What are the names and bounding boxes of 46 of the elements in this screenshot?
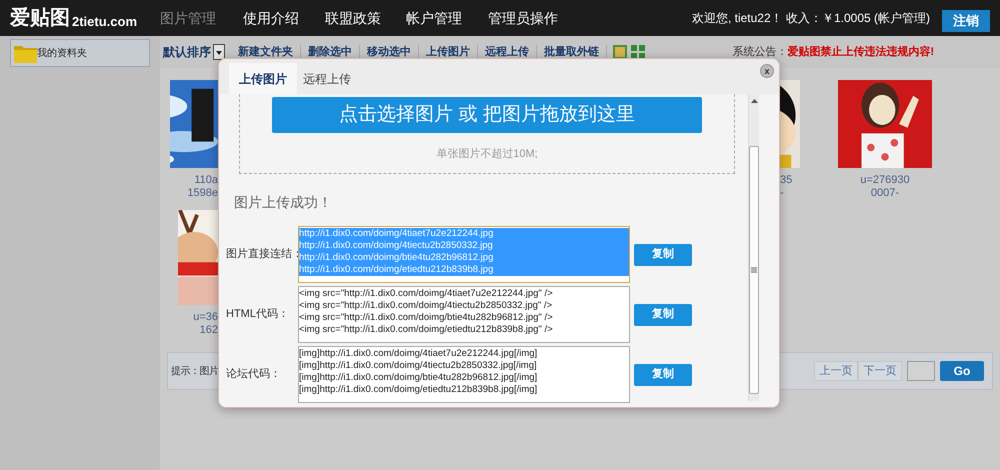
thumbnail-caption: u=276930: [859, 174, 911, 187]
upload-success-text: 图片上传成功！: [234, 193, 333, 212]
thumbnail-caption: -: [780, 187, 785, 200]
thumbnail-view-icon[interactable]: [613, 45, 627, 59]
size-hint: 单张图片不超过10M;: [436, 147, 538, 162]
thumbnail-caption: 110a: [193, 174, 218, 187]
copy-button[interactable]: 复制: [634, 364, 692, 386]
thumbnail-caption: 162: [198, 324, 218, 337]
pick-images-button[interactable]: 点击选择图片 或 把图片拖放到这里: [272, 97, 702, 133]
notice-text: 爱贴图禁止上传违法违规内容!: [787, 44, 934, 60]
dialog-tab[interactable]: 上传图片: [229, 63, 297, 94]
scrollbar[interactable]: [748, 94, 759, 401]
nav-tab[interactable]: 管理员操作: [488, 8, 578, 28]
copy-button[interactable]: 复制: [634, 244, 692, 266]
hint-text: 提示：图片: [171, 364, 218, 378]
field-label: 图片直接连结：: [226, 248, 298, 260]
dialog-tab[interactable]: 远程上传: [297, 63, 357, 94]
thumbnail-caption: u=36: [192, 311, 218, 324]
nav-tab[interactable]: 图片管理: [160, 8, 243, 28]
go-button[interactable]: Go: [940, 361, 984, 381]
logout-button[interactable]: 注销: [942, 10, 990, 32]
code-field[interactable]: [img]http://i1.dix0.com/doimg/4tiaet7u2e212244.jpg[/img] [img]http://i1.dix0.com/doimg/4tiectu2b2850332.jpg[/img] [img]http://i1.dix0.com/doimg/btie4tu282b96812.jpg[/img] [img]http://i1.dix0.com/doimg/etiedtu212b839b8.jpg[/img]: [298, 346, 630, 403]
site-logo[interactable]: 爱贴图: [10, 8, 70, 28]
scroll-thumb[interactable]: [749, 146, 759, 394]
scroll-up-icon[interactable]: [750, 98, 759, 104]
field-label: HTML代码：: [226, 307, 290, 322]
thumbnail-caption: 0007-: [870, 187, 900, 200]
close-button[interactable]: x: [760, 64, 774, 78]
folder-button[interactable]: 我的资料夹: [10, 39, 150, 67]
page-input[interactable]: [907, 361, 935, 381]
grid-view-icon[interactable]: [631, 45, 645, 59]
welcome-text: 欢迎您, tietu22！ 收入：￥1.0005 (帐户管理): [692, 10, 930, 27]
site-domain: 2tietu.com: [72, 15, 138, 28]
grip-icon: [751, 267, 757, 273]
prev-page-button[interactable]: 上一页: [814, 361, 858, 381]
nav-tab[interactable]: 帐户管理: [406, 8, 488, 28]
sort-dropdown[interactable]: 默认排序: [163, 43, 225, 61]
next-page-button[interactable]: 下一页: [858, 361, 902, 381]
field-label: 论坛代码：: [226, 367, 282, 382]
code-field[interactable]: <img src="http://i1.dix0.com/doimg/4tiaet7u2e212244.jpg" /> <img src="http://i1.dix0.com/doimg/4tiectu2b2850332.jpg" /> <img src="http://i1.dix0.com/doimg/btie4tu282b96812.jpg" /> <img src="http://i1.dix0.com/doimg/etiedtu212b839b8.jpg" />: [298, 286, 630, 343]
nav-tab[interactable]: 联盟政策: [325, 8, 406, 28]
thumbnail-caption: 1598e: [186, 187, 218, 200]
notice-label: 系统公告：: [732, 44, 788, 60]
thumbnail-caption: 35: [780, 174, 794, 187]
copy-button[interactable]: 复制: [634, 304, 692, 326]
nav-tab[interactable]: 使用介绍: [243, 8, 325, 28]
